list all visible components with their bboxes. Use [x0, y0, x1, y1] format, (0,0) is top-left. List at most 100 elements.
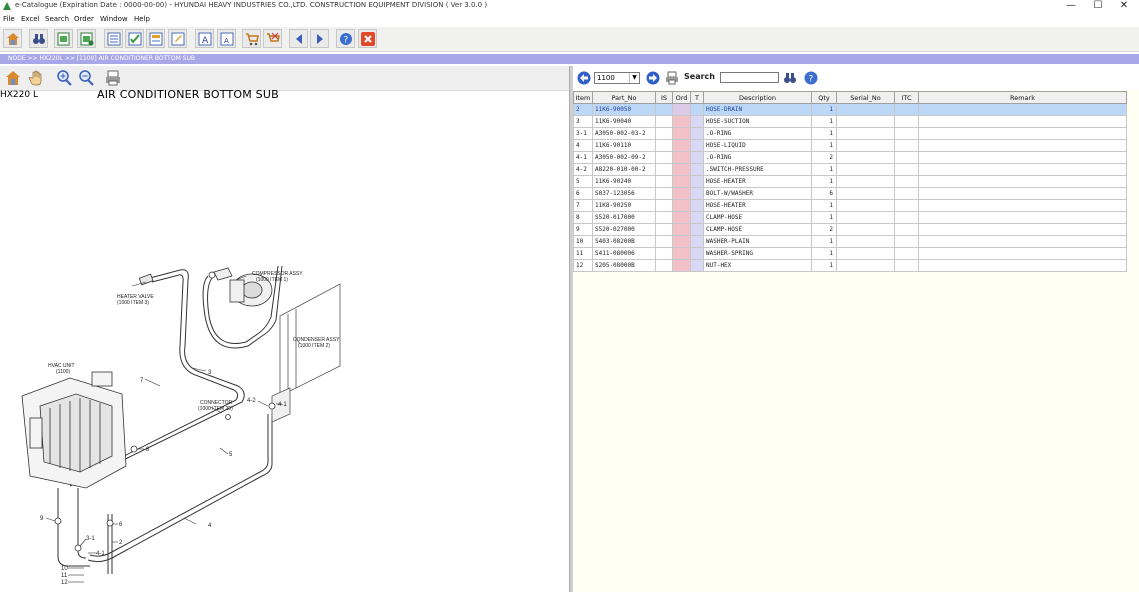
cell-qty[interactable]: 2	[811, 151, 837, 164]
cell-qty[interactable]: 1	[811, 139, 837, 152]
help-icon[interactable]: ?	[804, 71, 818, 85]
cell-ord[interactable]	[672, 151, 691, 164]
table-row[interactable]: 2 11K6-90050 HOSE-DRAIN 1	[573, 103, 1127, 116]
cell-serial-no[interactable]	[836, 163, 895, 176]
column-header-description[interactable]: Description	[703, 91, 812, 104]
cell-qty[interactable]: 6	[811, 187, 837, 200]
cell-ord[interactable]	[672, 247, 691, 260]
column-header-part-no[interactable]: Part_No	[592, 91, 656, 104]
cell-description[interactable]: HOSE-LIQUID	[703, 139, 812, 152]
callout-number[interactable]: 2	[119, 540, 123, 546]
cell-is[interactable]	[655, 139, 673, 152]
search-input[interactable]	[720, 72, 779, 83]
cell-t[interactable]	[690, 187, 704, 200]
pan-hand-icon[interactable]	[28, 69, 46, 87]
cell-ord[interactable]	[672, 103, 691, 116]
cell-itc[interactable]	[894, 139, 919, 152]
cell-remark[interactable]	[918, 175, 1127, 188]
cell-is[interactable]	[655, 187, 673, 200]
table-row[interactable]: 3 11K6-90040 HOSE-SUCTION 1	[573, 115, 1127, 128]
callout-number[interactable]: 9	[40, 516, 44, 522]
find-button[interactable]	[29, 29, 48, 48]
column-header-remark[interactable]: Remark	[918, 91, 1127, 104]
cell-description[interactable]: WASHER-PLAIN	[703, 235, 812, 248]
cell-part-no[interactable]: A3050-002-09-2	[592, 151, 656, 164]
cell-is[interactable]	[655, 151, 673, 164]
home-button[interactable]	[3, 29, 22, 48]
column-header-t[interactable]: T	[690, 91, 704, 104]
cell-itc[interactable]	[894, 127, 919, 140]
print-icon[interactable]	[104, 69, 122, 87]
cell-serial-no[interactable]	[836, 211, 895, 224]
table-row[interactable]: 11 S411-080006 WASHER-SPRING 1	[573, 247, 1127, 260]
column-header-itc[interactable]: ITC	[894, 91, 919, 104]
column-header-ord[interactable]: Ord	[672, 91, 691, 104]
cell-ord[interactable]	[672, 163, 691, 176]
cell-part-no[interactable]: 11K6-90240	[592, 175, 656, 188]
cell-qty[interactable]: 1	[811, 259, 837, 272]
callout-number[interactable]: 8	[146, 447, 150, 453]
cell-remark[interactable]	[918, 223, 1127, 236]
cell-is[interactable]	[655, 235, 673, 248]
cell-t[interactable]	[690, 235, 704, 248]
cell-is[interactable]	[655, 199, 673, 212]
home-icon[interactable]	[4, 69, 22, 87]
cell-is[interactable]	[655, 115, 673, 128]
menu-file[interactable]: File	[3, 15, 15, 23]
cell-part-no[interactable]: 11K8-90250	[592, 199, 656, 212]
note-button[interactable]	[168, 29, 187, 48]
cell-t[interactable]	[690, 211, 704, 224]
cell-description[interactable]: HOSE-HEATER	[703, 199, 812, 212]
callout-number[interactable]: 12	[61, 580, 68, 586]
callout-number[interactable]: 6	[119, 522, 123, 528]
cell-serial-no[interactable]	[836, 151, 895, 164]
cell-t[interactable]	[690, 115, 704, 128]
group-select[interactable]: 1100 ▼	[594, 72, 640, 84]
cell-qty[interactable]: 1	[811, 127, 837, 140]
callout-number[interactable]: 7	[140, 378, 144, 384]
cell-description[interactable]: NUT-HEX	[703, 259, 812, 272]
cell-remark[interactable]	[918, 103, 1127, 116]
cell-is[interactable]	[655, 175, 673, 188]
cell-qty[interactable]: 1	[811, 115, 837, 128]
column-header-item[interactable]: Item	[573, 91, 593, 104]
cell-item[interactable]: 6	[573, 187, 593, 200]
cell-remark[interactable]	[918, 187, 1127, 200]
cell-item[interactable]: 7	[573, 199, 593, 212]
order-list-button[interactable]	[146, 29, 165, 48]
cell-serial-no[interactable]	[836, 235, 895, 248]
cell-ord[interactable]	[672, 175, 691, 188]
cell-t[interactable]	[690, 247, 704, 260]
table-row[interactable]: 3-1 A3050-002-03-2 .O-RING 1	[573, 127, 1127, 140]
cell-serial-no[interactable]	[836, 223, 895, 236]
cell-part-no[interactable]: A3050-002-03-2	[592, 127, 656, 140]
cell-itc[interactable]	[894, 223, 919, 236]
cell-itc[interactable]	[894, 103, 919, 116]
font-down-button[interactable]: A	[217, 29, 236, 48]
exit-button[interactable]	[358, 29, 377, 48]
cell-serial-no[interactable]	[836, 139, 895, 152]
cell-item[interactable]: 8	[573, 211, 593, 224]
hvac-unit-drawing[interactable]	[21, 371, 127, 489]
cell-item[interactable]: 4-2	[573, 163, 593, 176]
cell-ord[interactable]	[672, 127, 691, 140]
callout-number[interactable]: 10	[61, 566, 68, 572]
cell-remark[interactable]	[918, 127, 1127, 140]
print-icon[interactable]	[665, 71, 679, 85]
cell-qty[interactable]: 1	[811, 199, 837, 212]
cell-part-no[interactable]: S411-080006	[592, 247, 656, 260]
table-row[interactable]: 5 11K6-90240 HOSE-HEATER 1	[573, 175, 1127, 188]
cell-is[interactable]	[655, 259, 673, 272]
cell-part-no[interactable]: 11K6-90050	[592, 103, 656, 116]
menu-excel[interactable]: Excel	[21, 15, 40, 23]
cell-item[interactable]: 5	[573, 175, 593, 188]
cell-ord[interactable]	[672, 187, 691, 200]
cell-ord[interactable]	[672, 199, 691, 212]
maximize-button[interactable]: ☐	[1084, 0, 1112, 13]
cell-serial-no[interactable]	[836, 247, 895, 260]
cell-description[interactable]: BOLT-W/WASHER	[703, 187, 812, 200]
font-up-button[interactable]: A	[195, 29, 214, 48]
cell-item[interactable]: 3	[573, 115, 593, 128]
checklist-button[interactable]	[125, 29, 144, 48]
cell-part-no[interactable]: S037-123056	[592, 187, 656, 200]
